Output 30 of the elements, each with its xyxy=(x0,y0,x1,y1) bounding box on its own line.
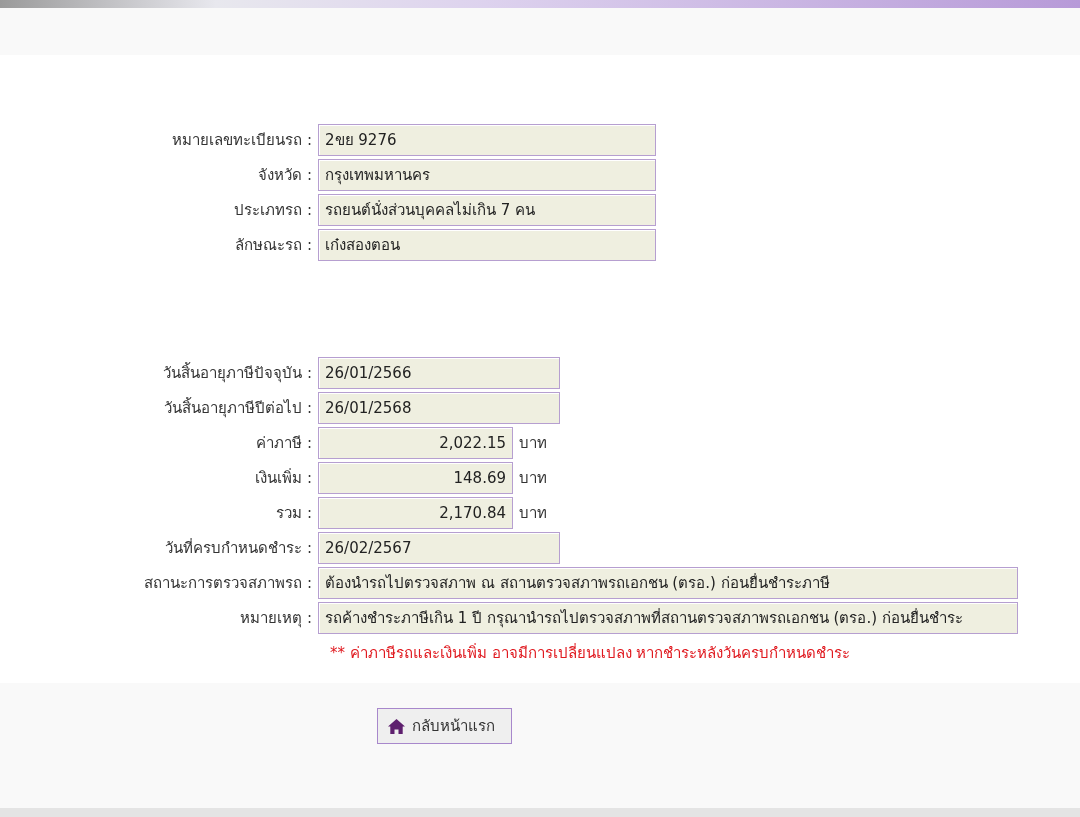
field-label: หมายเลขทะเบียนรถ : xyxy=(171,129,313,151)
field-value: รถยนต์นั่งส่วนบุคคลไม่เกิน 7 คน xyxy=(318,193,656,226)
field-value: เก๋งสองตอน xyxy=(318,228,656,261)
field-value: 148.69 xyxy=(318,461,513,494)
home-button[interactable]: กลับหน้าแรก xyxy=(377,708,512,744)
field-label: เงินเพิ่ม : xyxy=(254,467,313,489)
warning-note: ** ค่าภาษีรถและเงินเพิ่ม อาจมีการเปลี่ยนแปลง หากชำระหลังวันครบกำหนดชำระ xyxy=(330,642,852,664)
field-value: กรุงเทพมหานคร xyxy=(318,158,656,191)
field-value: 26/01/2568 xyxy=(318,391,560,424)
field-label: จังหวัด : xyxy=(257,164,313,186)
field-label: สถานะการตรวจสภาพรถ : xyxy=(143,572,313,594)
field-label: หมายเหตุ : xyxy=(239,607,313,630)
field-label: วันที่ครบกำหนดชำระ : xyxy=(164,537,313,559)
field-label: ประเภทรถ : xyxy=(233,199,313,221)
unit-label: บาท xyxy=(519,502,547,524)
unit-label: บาท xyxy=(519,432,547,454)
field-value: 2,170.84 xyxy=(318,496,513,529)
field-label: ค่าภาษี : xyxy=(255,432,313,454)
field-value: ต้องนำรถไปตรวจสภาพ ณ สถานตรวจสภาพรถเอกชน (ตรอ.) ก่อนยื่นชำระภาษี xyxy=(318,566,1018,599)
unit-label: บาท xyxy=(519,467,547,489)
field-label: ลักษณะรถ : xyxy=(234,234,313,256)
home-icon xyxy=(388,718,405,734)
field-label: วันสิ้นอายุภาษีปัจจุบัน : xyxy=(162,361,313,385)
field-value: รถค้างชำระภาษีเกิน 1 ปี กรุณานำรถไปตรวจสภาพที่สถานตรวจสภาพรถเอกชน (ตรอ.) ก่อนยื่นชำระ xyxy=(318,601,1018,634)
field-label: วันสิ้นอายุภาษีปีต่อไป : xyxy=(163,396,313,420)
field-value: 2ขย 9276 xyxy=(318,123,656,156)
field-value: 2,022.15 xyxy=(318,426,513,459)
field-value: 26/01/2566 xyxy=(318,356,560,389)
field-value: 26/02/2567 xyxy=(318,531,560,564)
field-label: รวม : xyxy=(275,502,313,524)
